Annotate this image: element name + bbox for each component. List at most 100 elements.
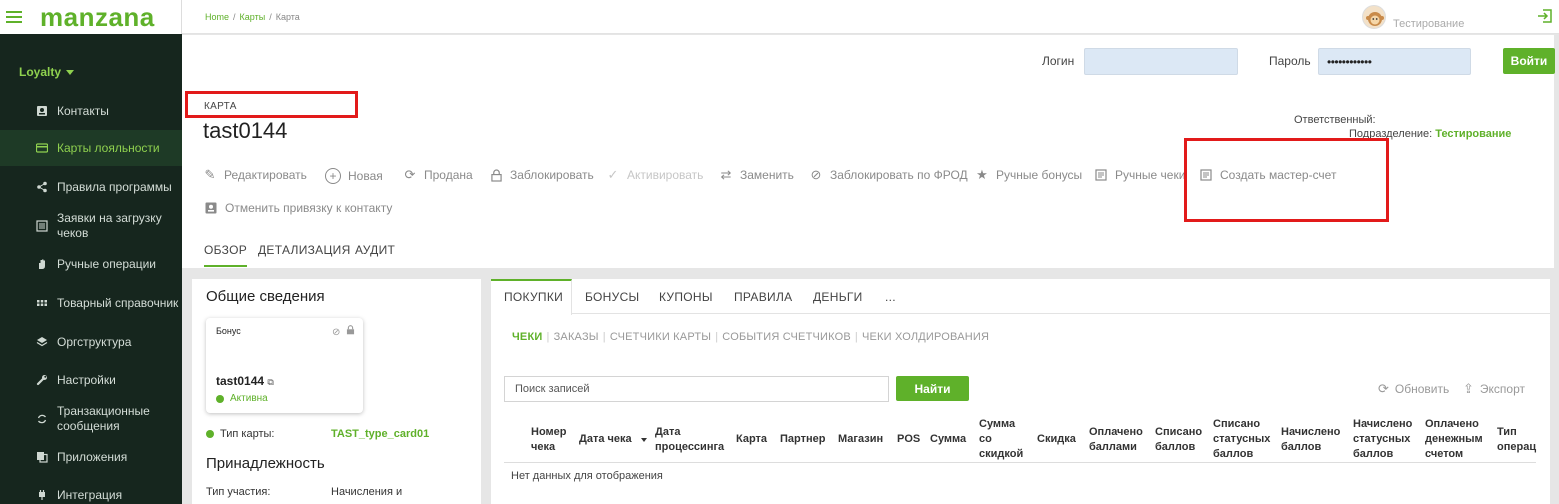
subtab-receipts[interactable]: ЧЕКИ [512,331,543,343]
logout-icon[interactable] [1537,8,1553,24]
column-header-line: Номер [531,426,567,438]
sidebar-item-transactional-messages[interactable]: Транзакционные сообщения [0,401,182,437]
sidebar-item-label: Ручные операции [57,256,156,271]
subtab-card-counters[interactable]: СЧЕТЧИКИ КАРТЫ [610,331,711,343]
card-type-link[interactable]: TAST_type_card01 [331,428,429,440]
login-input[interactable] [1084,48,1238,75]
block-button[interactable]: Заблокировать [489,168,594,182]
search-input[interactable]: Поиск записей [504,376,889,402]
column-header[interactable]: Оплачено баллами [1089,425,1143,455]
password-input[interactable]: •••••••••••• [1318,48,1471,75]
bonus-card-number-text: tast0144 [216,374,265,388]
password-label: Пароль [1269,54,1311,68]
column-header[interactable]: Дата процессинга [655,425,724,455]
sync-icon [36,413,48,425]
subtab-orders[interactable]: ЗАКАЗЫ [554,331,599,343]
breadcrumb-home[interactable]: Home [205,12,229,22]
wrench-icon [36,374,48,386]
column-header[interactable]: Начислено статусных баллов [1353,417,1412,462]
sort-caret-icon[interactable] [641,438,647,442]
column-header-line: баллами [1089,441,1137,453]
tab-more[interactable]: ... [885,290,896,304]
document-list-icon [36,220,48,232]
highlight-box-card-type [185,91,358,118]
new-button[interactable]: + Новая [325,168,383,184]
contact-card-icon [36,105,48,117]
edit-button[interactable]: ✎ Редактировать [203,167,307,182]
sidebar-item-program-rules[interactable]: Правила программы [0,174,182,200]
action-label: Ручные чеки [1115,168,1186,182]
login-button[interactable]: Войти [1503,48,1555,74]
tab-money[interactable]: ДЕНЬГИ [813,290,863,304]
find-button[interactable]: Найти [896,376,969,401]
sidebar-item-product-catalog[interactable]: Товарный справочник [0,290,182,316]
lock-icon[interactable] [346,325,355,338]
tab-bonuses[interactable]: БОНУСЫ [585,290,639,304]
bonus-card[interactable]: Бонус ⊘ tast0144 ⧉ Активна [206,318,363,413]
export-icon: ⇪ [1463,381,1474,396]
column-header[interactable]: Магазин [838,432,883,447]
sidebar-item-settings[interactable]: Настройки [0,367,182,393]
column-header[interactable]: Списано статусных баллов [1213,417,1270,462]
action-label: Продана [424,168,473,182]
plug-icon [36,489,48,501]
column-header[interactable]: Номер чека [531,425,567,455]
column-header[interactable]: Сумма со скидкой [979,417,1023,462]
breadcrumb-cards[interactable]: Карты [240,12,266,22]
column-header[interactable]: Дата чека [579,432,647,447]
sidebar-item-loyalty-cards[interactable]: Карты лояльности [0,130,182,166]
app-logo[interactable]: manzana [40,4,155,30]
manual-receipts-button[interactable]: Ручные чеки [1094,168,1185,182]
column-header-line: баллов [1213,448,1254,460]
tab-audit[interactable]: АУДИТ [355,243,395,257]
activate-button[interactable]: ✓ Активировать [606,167,704,182]
column-header[interactable]: Списано баллов [1155,425,1202,455]
share-nodes-icon [36,181,48,193]
column-header[interactable]: POS [897,432,920,447]
page-title: tast0144 [203,118,288,143]
column-header-line: Карта [736,433,768,445]
tab-details[interactable]: ДЕТАЛИЗАЦИЯ [258,243,351,257]
column-header-line: Списано [1213,418,1261,430]
sidebar-item-org-structure[interactable]: Оргструктура [0,329,182,355]
sidebar-item-integration[interactable]: Интеграция [0,482,182,504]
sidebar-item-label: Карты лояльности [57,140,160,155]
avatar[interactable] [1362,5,1386,29]
block-fraud-button[interactable]: ⊘ Заблокировать по ФРОД [809,167,968,182]
sidebar-item-label: Оргструктура [57,334,132,349]
department-value[interactable]: Тестирование [1435,128,1511,140]
status-badge: Активна [216,393,268,404]
menu-burger-icon[interactable] [6,11,22,23]
subtab-hold-receipts[interactable]: ЧЕКИ ХОЛДИРОВАНИЯ [862,331,989,343]
tab-rules[interactable]: ПРАВИЛА [734,290,792,304]
column-header[interactable]: Сумма [930,432,966,447]
column-header[interactable]: Скидка [1037,432,1076,447]
subtab-counter-events[interactable]: СОБЫТИЯ СЧЕТЧИКОВ [722,331,851,343]
sold-button[interactable]: ⟳ Продана [403,167,473,182]
column-header-line: Партнер [780,433,826,445]
column-header-line: денежным [1425,433,1483,445]
tab-purchases[interactable]: ПОКУПКИ [504,290,563,304]
tab-overview[interactable]: ОБЗОР [204,243,248,267]
export-button[interactable]: ⇪ Экспорт [1463,381,1525,397]
unlink-contact-button[interactable]: Отменить привязку к контакту [204,201,392,215]
tab-coupons[interactable]: КУПОНЫ [659,290,713,304]
sidebar-item-manual-operations[interactable]: Ручные операции [0,251,182,277]
sidebar-item-contacts[interactable]: Контакты [0,97,182,125]
column-header[interactable]: Оплачено денежным счетом [1425,417,1483,462]
refresh-button[interactable]: ⟳ Обновить [1378,381,1449,397]
column-header[interactable]: Партнер [780,432,825,447]
copy-icon[interactable]: ⧉ [267,377,273,387]
sidebar-item-receipt-requests[interactable]: Заявки на загрузку чеков [0,208,182,244]
column-header[interactable]: Начислено баллов [1281,425,1340,455]
sidebar-item-applications[interactable]: Приложения [0,444,182,470]
user-name[interactable]: Тестирование [1393,18,1464,30]
sidebar: manzana Loyalty Контакты Карты лояльност… [0,0,182,504]
replace-button[interactable]: ⇄ Заменить [719,167,794,182]
manual-bonuses-button[interactable]: ★ Ручные бонусы [975,167,1082,182]
eye-off-icon[interactable]: ⊘ [332,327,340,338]
column-header[interactable]: Карта [736,432,767,447]
column-header[interactable]: Тип операц [1497,425,1536,455]
column-header-line: статусных [1353,433,1411,445]
purchases-panel: ПОКУПКИ БОНУСЫ КУПОНЫ ПРАВИЛА ДЕНЬГИ ...… [491,279,1550,504]
